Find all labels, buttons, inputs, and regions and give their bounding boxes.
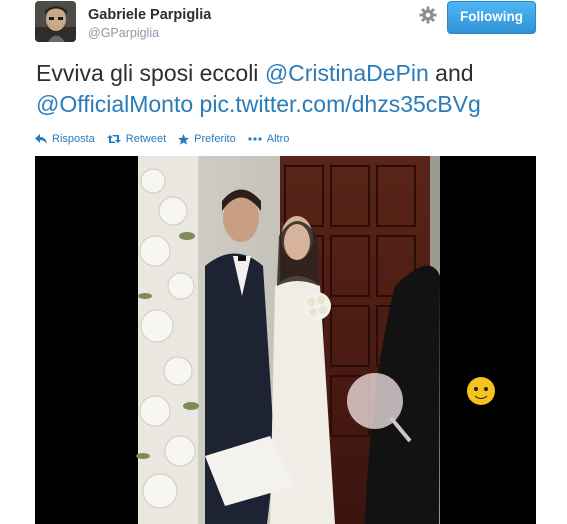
tweet-actions: Risposta Retweet Preferito Altro <box>35 131 301 147</box>
favorite-label: Preferito <box>194 133 236 145</box>
reply-icon <box>35 134 47 144</box>
pic-link[interactable]: pic.twitter.com/dhzs35cBVg <box>200 91 481 117</box>
user-handle[interactable]: @GParpiglia <box>88 26 159 40</box>
star-icon <box>178 133 190 145</box>
reply-label: Risposta <box>52 133 95 145</box>
retweet-icon <box>106 135 121 143</box>
user-name[interactable]: Gabriele Parpiglia <box>88 7 211 23</box>
following-button[interactable]: Following <box>447 1 536 34</box>
more-label: Altro <box>266 133 290 145</box>
tweet-text: Evviva gli sposi eccoli @CristinaDePin a… <box>36 58 556 120</box>
mention-link[interactable]: @OfficialMonto <box>36 91 193 117</box>
tweet-text-part: and <box>428 60 474 86</box>
mention-link[interactable]: @CristinaDePin <box>265 60 429 86</box>
reply-button[interactable]: Risposta <box>35 133 95 145</box>
gear-icon[interactable] <box>419 6 437 24</box>
retweet-button[interactable]: Retweet <box>106 133 167 145</box>
retweet-label: Retweet <box>125 133 167 145</box>
tweet-photo[interactable] <box>35 156 536 524</box>
more-dots-icon <box>248 137 262 141</box>
more-button[interactable]: Altro <box>248 133 290 145</box>
avatar[interactable] <box>35 1 76 42</box>
tweet-text-part: Evviva gli sposi eccoli <box>36 60 265 86</box>
favorite-button[interactable]: Preferito <box>178 133 236 145</box>
